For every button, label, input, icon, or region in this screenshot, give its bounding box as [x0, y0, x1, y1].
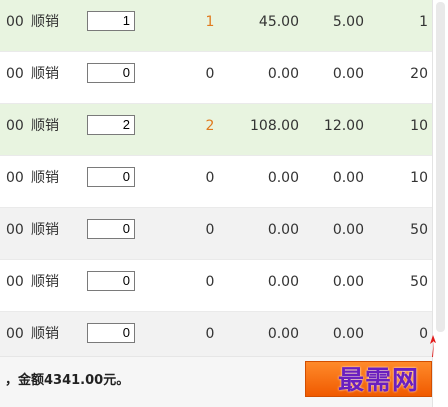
amount-cell: 0.00	[267, 274, 299, 290]
price-cell: 00	[6, 222, 24, 238]
sales-tag: 顺销	[31, 222, 59, 238]
quantity-input[interactable]: 2	[87, 115, 135, 135]
discount-cell: 5.00	[332, 14, 364, 30]
price-cell: 00	[6, 118, 24, 134]
sales-tag: 顺销	[31, 14, 59, 30]
stock-cell: 20	[410, 66, 428, 82]
discount-cell: 0.00	[332, 170, 364, 186]
amount-cell: 45.00	[258, 14, 299, 30]
stock-cell: 50	[410, 222, 428, 238]
amount-cell: 0.00	[267, 66, 299, 82]
stock-cell: 50	[410, 274, 428, 290]
site-watermark: 最需网	[338, 366, 420, 396]
discount-cell: 0.00	[332, 274, 364, 290]
quantity-input[interactable]: 1	[87, 11, 135, 31]
order-total-summary: ，金额4341.00元。	[5, 373, 130, 388]
stock-cell: 1	[419, 14, 428, 30]
price-cell: 00	[6, 170, 24, 186]
amount-cell: 108.00	[250, 118, 299, 134]
count-cell: 0	[205, 170, 215, 186]
table-row: 00 顺销 0 0 0.00 0.00 10	[0, 156, 432, 208]
table-row: 00 顺销 1 1 45.00 5.00 1	[0, 0, 432, 52]
sales-tag: 顺销	[31, 66, 59, 82]
table-row: 00 顺销 0 0 0.00 0.00 50	[0, 208, 432, 260]
order-table: 00 顺销 1 1 45.00 5.00 1 00 顺销 0 0 0.00 0.…	[0, 0, 432, 364]
amount-cell: 0.00	[267, 170, 299, 186]
count-cell: 0	[205, 222, 215, 238]
table-row: 00 顺销 2 2 108.00 12.00 10	[0, 104, 432, 156]
stock-cell: 10	[410, 170, 428, 186]
discount-cell: 0.00	[332, 66, 364, 82]
quantity-input[interactable]: 0	[87, 219, 135, 239]
red-arrow-icon	[430, 335, 436, 357]
quantity-input[interactable]: 0	[87, 323, 135, 343]
amount-cell: 0.00	[267, 222, 299, 238]
stock-cell: 10	[410, 118, 428, 134]
table-row: 00 顺销 0 0 0.00 0.00 50	[0, 260, 432, 312]
sales-tag: 顺销	[31, 118, 59, 134]
quantity-input[interactable]: 0	[87, 271, 135, 291]
quantity-input[interactable]: 0	[87, 63, 135, 83]
discount-cell: 0.00	[332, 222, 364, 238]
count-cell: 2	[205, 118, 215, 134]
table-row: 00 顺销 0 0 0.00 0.00 20	[0, 52, 432, 104]
price-cell: 00	[6, 66, 24, 82]
count-cell: 0	[205, 66, 215, 82]
price-cell: 00	[6, 274, 24, 290]
discount-cell: 12.00	[323, 118, 364, 134]
count-cell: 0	[205, 274, 215, 290]
sales-tag: 顺销	[31, 274, 59, 290]
count-cell: 1	[205, 14, 215, 30]
quantity-input[interactable]: 0	[87, 167, 135, 187]
sales-tag: 顺销	[31, 170, 59, 186]
scrollbar-thumb[interactable]	[436, 2, 445, 332]
price-cell: 00	[6, 14, 24, 30]
